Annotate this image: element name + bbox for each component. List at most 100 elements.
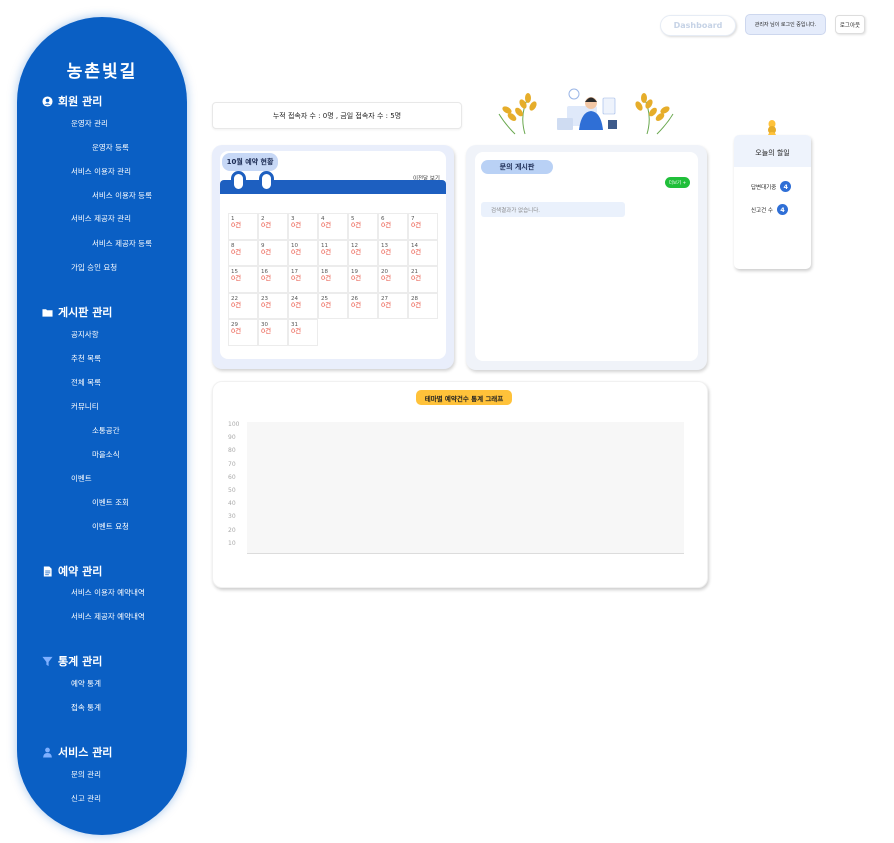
calendar-day-cell[interactable]: 12 0건: [348, 239, 378, 266]
filter-icon: [42, 656, 53, 666]
theme-reservation-chart-card: 테마별 예약건수 통계 그래프 100 90 80 70 60 50 40 30 20 10: [212, 381, 708, 588]
nav-operator-management[interactable]: 운영자 관리: [71, 118, 108, 129]
todo-title: 오늘의 할일: [734, 135, 811, 167]
reservation-count: 0건: [321, 221, 332, 230]
calendar-day-cell[interactable]: 5 0건: [348, 213, 378, 240]
reservation-count: 0건: [381, 247, 392, 256]
nav-provider-reservations[interactable]: 서비스 제공자 예약내역: [71, 611, 145, 622]
nav-user-reservations[interactable]: 서비스 이용자 예약내역: [71, 587, 145, 598]
inquiry-title: 문의 게시판: [481, 160, 553, 174]
wheat-icon: [635, 93, 674, 135]
nav-recommend-list[interactable]: 추천 목록: [71, 353, 101, 364]
calendar-day-cell[interactable]: 17 0건: [288, 266, 318, 293]
todo-label: 답변대기중: [751, 184, 777, 191]
calendar-day-cell[interactable]: 10 0건: [288, 239, 318, 266]
todo-card: 오늘의 할일 답변대기중 4 신고건 수 4: [734, 120, 811, 269]
calendar-day-cell[interactable]: 16 0건: [258, 266, 288, 293]
nav-communication-space[interactable]: 소통공간: [92, 425, 120, 436]
calendar-day-cell[interactable]: 25 0건: [318, 292, 348, 319]
reservation-count: 0건: [231, 300, 242, 309]
empty-result: 검색결과가 없습니다.: [481, 202, 625, 217]
y-tick-label: 40: [228, 500, 236, 508]
nav-community[interactable]: 커뮤니티: [71, 401, 99, 412]
count-badge: 4: [777, 204, 788, 215]
chart-plot-area: [247, 422, 684, 554]
section-service-management[interactable]: 서비스 관리: [42, 744, 112, 760]
calendar-day-cell[interactable]: 4 0건: [318, 213, 348, 240]
nav-village-news[interactable]: 마을소식: [92, 449, 120, 460]
calendar-day-cell[interactable]: 7 0건: [408, 213, 438, 240]
app-logo[interactable]: 농촌빛길: [17, 57, 187, 82]
reservation-count: 0건: [291, 274, 302, 283]
reservation-count: 0건: [291, 221, 302, 230]
calendar-day-cell[interactable]: 14 0건: [408, 239, 438, 266]
calendar-day-cell[interactable]: 6 0건: [378, 213, 408, 240]
calendar-day-cell[interactable]: 18 0건: [318, 266, 348, 293]
calendar-day-cell[interactable]: 23 0건: [258, 292, 288, 319]
calendar-day-cell[interactable]: 20 0건: [378, 266, 408, 293]
nav-signup-approval[interactable]: 가입 승인 요청: [71, 262, 117, 273]
reservation-count: 0건: [411, 221, 422, 230]
nav-notice[interactable]: 공지사항: [71, 329, 99, 340]
reservation-count: 0건: [321, 247, 332, 256]
calendar-day-cell[interactable]: 11 0건: [318, 239, 348, 266]
calendar-day-cell[interactable]: 27 0건: [378, 292, 408, 319]
admin-person-icon: [557, 88, 617, 130]
calendar-day-cell[interactable]: 29 0건: [228, 319, 258, 346]
nav-user-register[interactable]: 서비스 이용자 등록: [92, 190, 152, 201]
calendar-day-cell[interactable]: 13 0건: [378, 239, 408, 266]
chart-title: 테마별 예약건수 통계 그래프: [416, 390, 512, 405]
section-stats-management[interactable]: 통계 관리: [42, 653, 102, 669]
section-title: 예약 관리: [58, 565, 103, 578]
section-board-management[interactable]: 게시판 관리: [42, 304, 112, 320]
nav-reservation-stats[interactable]: 예약 통계: [71, 678, 101, 689]
logout-button[interactable]: 로그아웃: [835, 15, 865, 34]
y-tick-label: 20: [228, 526, 236, 534]
calendar-grid: 1 0건 2 0건 3 0건 4 0건 5 0건 6 0건 7 0건 8 0건 9 0건 10 0건 11 0건 12 0건 1…: [228, 213, 438, 346]
todo-item-reports[interactable]: 신고건 수 4: [751, 204, 788, 215]
nav-inquiry-management[interactable]: 문의 관리: [71, 769, 101, 780]
reservation-count: 0건: [351, 300, 362, 309]
calendar-day-cell[interactable]: 24 0건: [288, 292, 318, 319]
more-button[interactable]: 더보기 +: [665, 177, 690, 188]
reservation-count: 0건: [261, 274, 272, 283]
nav-all-list[interactable]: 전체 목록: [71, 377, 101, 388]
section-member-management[interactable]: 회원 관리: [42, 93, 102, 109]
login-status: 관리자 님이 로그인 중입니다.: [745, 14, 826, 35]
section-reservation-management[interactable]: 예약 관리: [42, 563, 102, 579]
nav-provider-register[interactable]: 서비스 제공자 등록: [92, 238, 152, 249]
nav-operator-register[interactable]: 운영자 등록: [92, 142, 129, 153]
nav-report-management[interactable]: 신고 관리: [71, 793, 101, 804]
calendar-day-cell[interactable]: 22 0건: [228, 292, 258, 319]
calendar-ring-icon: [259, 171, 274, 192]
nav-user-management[interactable]: 서비스 이용자 관리: [71, 166, 131, 177]
nav-access-stats[interactable]: 접속 통계: [71, 702, 101, 713]
calendar-day-cell[interactable]: 19 0건: [348, 266, 378, 293]
calendar-day-cell[interactable]: 1 0건: [228, 213, 258, 240]
calendar-day-cell[interactable]: 8 0건: [228, 239, 258, 266]
nav-event-request[interactable]: 이벤트 요청: [92, 521, 129, 532]
calendar-day-cell[interactable]: 30 0건: [258, 319, 288, 346]
calendar-day-cell[interactable]: 21 0건: [408, 266, 438, 293]
nav-event[interactable]: 이벤트: [71, 473, 92, 484]
reservation-count: 0건: [321, 300, 332, 309]
calendar-day-cell[interactable]: 3 0건: [288, 213, 318, 240]
inquiry-panel: 문의 게시판 더보기 + 검색결과가 없습니다.: [475, 152, 698, 361]
todo-item-pending-answers[interactable]: 답변대기중 4: [751, 181, 792, 192]
reservation-count: 0건: [261, 247, 272, 256]
reservation-count: 0건: [411, 247, 422, 256]
dashboard-button[interactable]: Dashboard: [660, 15, 736, 36]
calendar-day-cell[interactable]: 9 0건: [258, 239, 288, 266]
y-tick-label: 90: [228, 434, 236, 442]
count-badge: 4: [780, 181, 792, 192]
reservation-count: 0건: [381, 300, 392, 309]
calendar-day-cell[interactable]: 2 0건: [258, 213, 288, 240]
calendar-day-cell[interactable]: 15 0건: [228, 266, 258, 293]
calendar-day-cell[interactable]: 28 0건: [408, 292, 438, 319]
reservation-count: 0건: [351, 247, 362, 256]
nav-provider-management[interactable]: 서비스 제공자 관리: [71, 213, 131, 224]
calendar-day-cell[interactable]: 26 0건: [348, 292, 378, 319]
nav-event-list[interactable]: 이벤트 조회: [92, 497, 129, 508]
reservation-count: 0건: [261, 221, 272, 230]
calendar-day-cell[interactable]: 31 0건: [288, 319, 318, 346]
